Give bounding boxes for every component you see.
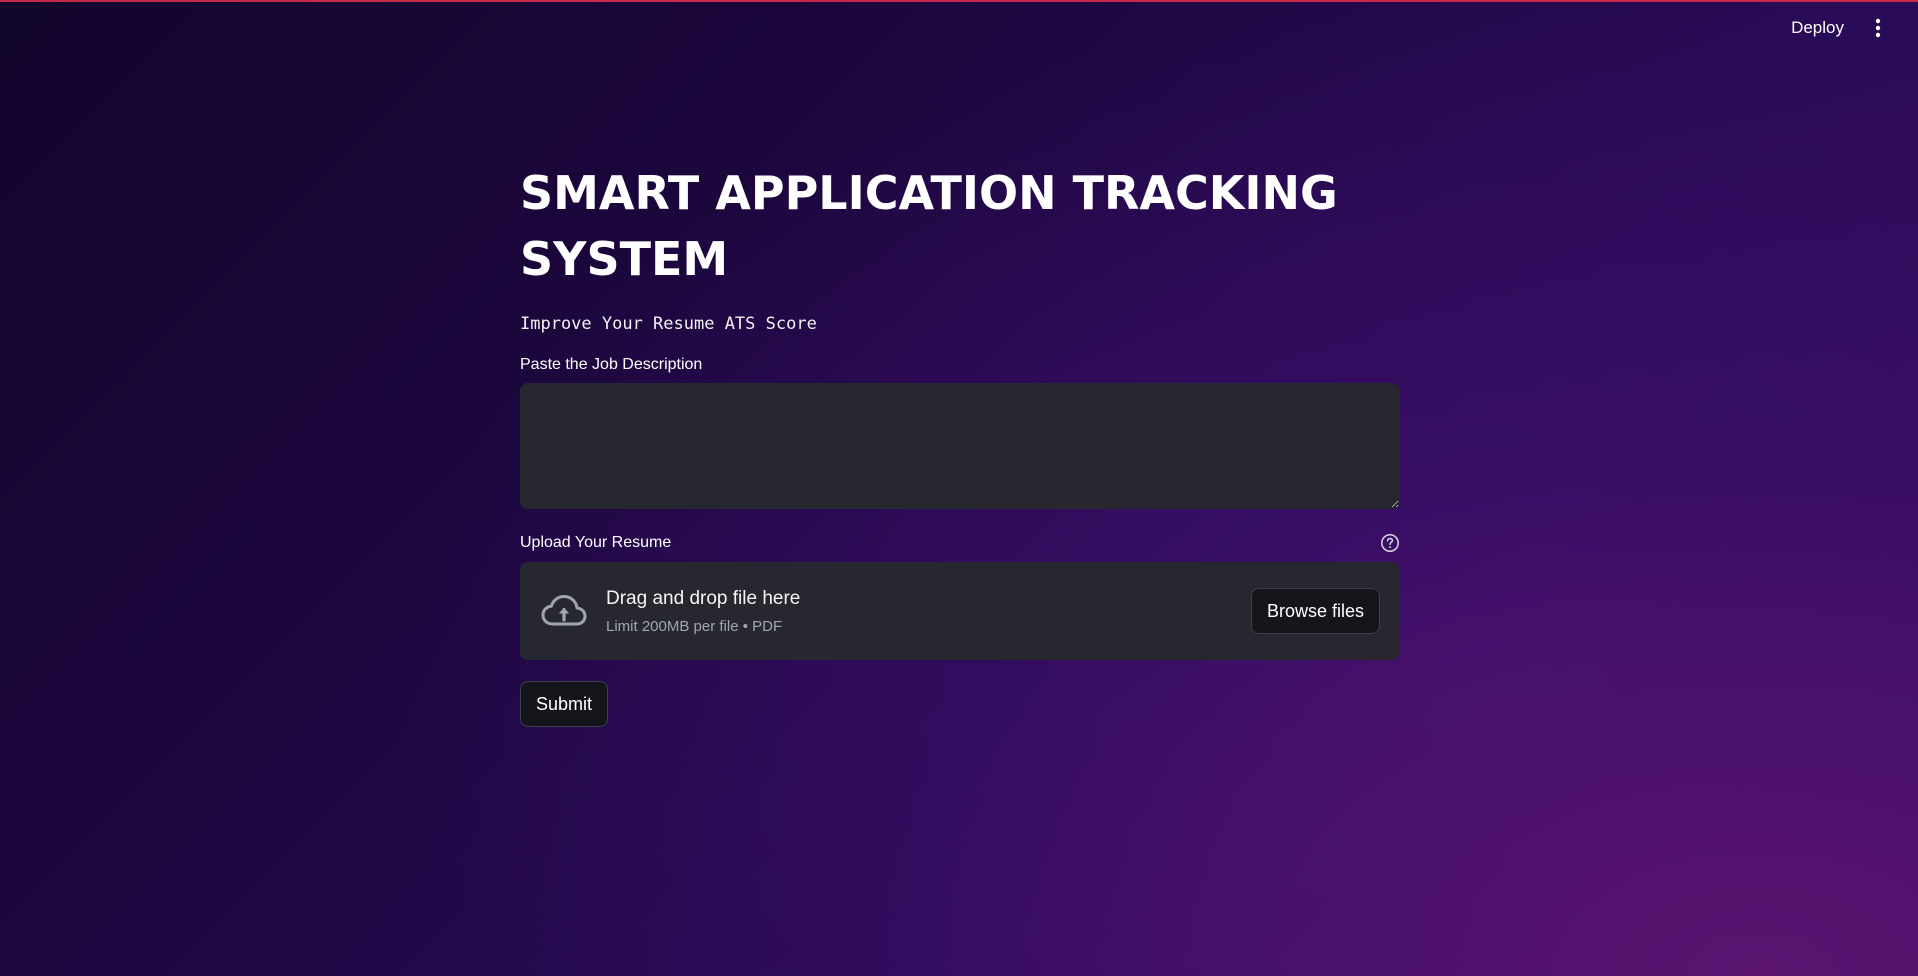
dropzone-text: Drag and drop file here Limit 200MB per …: [606, 588, 1251, 635]
cloud-upload-icon: [540, 587, 588, 635]
question-circle-icon[interactable]: [1380, 533, 1400, 553]
submit-button[interactable]: Submit: [520, 681, 609, 727]
page-title: SMART APPLICATION TRACKING SYSTEM: [520, 166, 1338, 286]
top-accent-bar: [0, 0, 1918, 2]
resume-upload-label-row: Upload Your Resume: [520, 533, 1400, 553]
resume-dropzone[interactable]: Drag and drop file here Limit 200MB per …: [520, 562, 1400, 660]
kebab-menu-icon[interactable]: [1866, 10, 1890, 46]
job-description-label-row: Paste the Job Description: [520, 356, 1400, 374]
job-description-textarea[interactable]: [520, 383, 1400, 509]
dropzone-hint: Limit 200MB per file • PDF: [606, 617, 783, 635]
resume-upload-label: Upload Your Resume: [520, 534, 672, 551]
browse-files-button[interactable]: Browse files: [1250, 588, 1380, 634]
deploy-button[interactable]: Deploy: [1783, 12, 1852, 44]
dropzone-title: Drag and drop file here: [606, 587, 801, 609]
page-subtitle: Improve Your Resume ATS Score: [520, 314, 817, 334]
app-toolbar: Deploy: [1783, 10, 1890, 46]
main-content: SMART APPLICATION TRACKING SYSTEM Improv…: [520, 160, 1400, 727]
job-description-label: Paste the Job Description: [520, 356, 703, 373]
